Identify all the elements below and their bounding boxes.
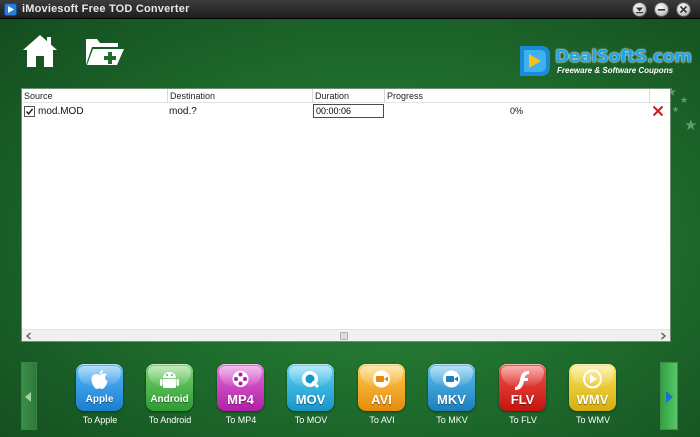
camera-icon [443, 370, 460, 388]
row-checkbox[interactable] [24, 106, 35, 117]
format-tile-label: FLV [510, 392, 535, 407]
row-destination: mod.? [169, 106, 197, 117]
column-header-progress[interactable]: Progress [385, 89, 650, 103]
previous-formats-button[interactable] [21, 362, 37, 430]
film-reel-icon [232, 371, 249, 387]
camera-icon [373, 370, 390, 388]
column-header-delete [650, 89, 670, 103]
format-caption: To Apple [82, 415, 118, 425]
minimize-icon [658, 9, 665, 11]
format-tile-label: AVI [371, 392, 392, 407]
app-icon [4, 3, 17, 16]
chevron-down-icon [636, 7, 643, 14]
arrow-right-icon [666, 391, 673, 403]
column-header-source[interactable]: Source [22, 89, 168, 103]
format-tile: MKV [428, 364, 475, 411]
star-icon: ★ [684, 117, 698, 134]
format-tile: Android [146, 364, 193, 411]
format-tile: AVI [358, 364, 405, 411]
checkmark-icon [25, 108, 34, 115]
file-list-panel[interactable]: Source Destination Duration Progress mod… [21, 88, 671, 342]
logo-mark-icon [520, 46, 550, 76]
format-button-apple[interactable]: Apple To Apple [70, 364, 130, 430]
format-button-flv[interactable]: FLV To FLV [493, 364, 553, 430]
table-row[interactable]: mod.MOD mod.? 0% [22, 104, 670, 120]
format-caption: To WMV [575, 415, 610, 425]
row-source: mod.MOD [38, 106, 84, 117]
format-tile: FLV [499, 364, 546, 411]
dealsofts-logo: DealSoftS.com Freeware & Software Coupon… [517, 44, 692, 78]
format-caption: To MP4 [225, 415, 257, 425]
format-tile-label: WMV [576, 392, 609, 407]
flash-icon [515, 371, 529, 390]
format-button-avi[interactable]: AVI To AVI [352, 364, 412, 430]
format-caption: To FLV [509, 415, 537, 425]
close-icon [679, 5, 688, 14]
scroll-right-icon[interactable] [658, 331, 668, 341]
format-tile: MOV [287, 364, 334, 411]
play-icon [583, 369, 602, 389]
horizontal-scrollbar[interactable] [22, 329, 670, 341]
format-tile: WMV [569, 364, 616, 411]
quicktime-icon [302, 371, 320, 389]
scrollbar-thumb[interactable] [340, 332, 348, 340]
add-folder-button[interactable] [84, 35, 128, 67]
format-caption: To AVI [369, 415, 395, 425]
home-button[interactable] [21, 33, 59, 69]
format-button-mov[interactable]: MOV To MOV [281, 364, 341, 430]
next-formats-button[interactable] [660, 362, 678, 430]
apple-icon [91, 370, 108, 389]
home-icon [23, 35, 57, 67]
row-progress: 0% [510, 106, 524, 116]
add-folder-icon [86, 39, 124, 65]
format-tile-label: MKV [437, 392, 466, 407]
arrow-left-icon [25, 392, 31, 402]
star-icon: ★ [680, 95, 689, 105]
close-button[interactable] [676, 2, 691, 17]
star-icon: ★ [672, 105, 680, 114]
format-tile-label: MOV [295, 392, 326, 407]
logo-name: DealSoftS.com [555, 47, 692, 67]
delete-icon[interactable] [652, 105, 664, 117]
app-window: iMoviesoft Free TOD Converter DealSoftS.… [0, 0, 700, 437]
format-button-android[interactable]: Android To Android [140, 364, 200, 430]
window-title: iMoviesoft Free TOD Converter [22, 3, 190, 15]
format-tile-label: Apple [85, 394, 114, 405]
android-icon [160, 372, 179, 388]
format-tile: Apple [76, 364, 123, 411]
column-header-duration[interactable]: Duration [313, 89, 385, 103]
menu-button[interactable] [632, 2, 647, 17]
minimize-button[interactable] [654, 2, 669, 17]
format-caption: To MKV [436, 415, 468, 425]
format-tile-label: MP4 [227, 392, 254, 407]
format-tile: MP4 [217, 364, 264, 411]
column-header-destination[interactable]: Destination [168, 89, 313, 103]
list-header: Source Destination Duration Progress [22, 89, 670, 103]
format-button-mkv[interactable]: MKV To MKV [422, 364, 482, 430]
format-caption: To Android [148, 415, 192, 425]
format-button-wmv[interactable]: WMV To WMV [563, 364, 623, 430]
title-bar: iMoviesoft Free TOD Converter [0, 0, 700, 19]
row-duration-field[interactable] [313, 104, 384, 118]
format-caption: To MOV [294, 415, 328, 425]
format-tile-label: Android [150, 394, 189, 405]
scroll-left-icon[interactable] [24, 331, 34, 341]
logo-tagline: Freeware & Software Coupons [557, 66, 674, 75]
format-button-mp4[interactable]: MP4 To MP4 [211, 364, 271, 430]
